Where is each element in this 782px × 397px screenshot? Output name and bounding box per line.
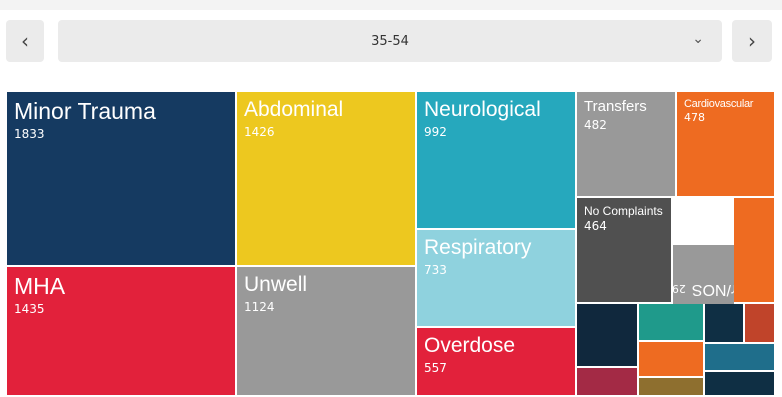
treemap-cell-name: Cardiovascular	[684, 98, 754, 110]
treemap-cell-unlabeled[interactable]	[705, 372, 776, 397]
treemap-cell-label: Overdose 557	[424, 334, 516, 375]
treemap-cell-overdose[interactable]: Overdose 557	[417, 328, 577, 397]
treemap-cell-label: MHA 1435	[14, 274, 65, 316]
treemap-cell-value: 292	[673, 282, 686, 295]
treemap-cell-abdominal[interactable]: Abdominal 1426	[237, 92, 417, 267]
treemap-cell-value: 1833	[14, 126, 45, 141]
treemap-cell-name: MHA	[14, 273, 66, 299]
treemap-cell-cardiovascular[interactable]: Cardiovascular 478	[677, 92, 776, 198]
treemap-cell-value: 478	[684, 110, 705, 124]
treemap-cell-label: Respiratory 733	[424, 236, 532, 277]
treemap-cell-unlabeled[interactable]	[745, 304, 776, 344]
treemap-cell-value: 482	[584, 118, 607, 133]
treemap-cell-mha[interactable]: MHA 1435	[7, 267, 237, 397]
treemap-cell-label: Unwell 1124	[244, 273, 308, 314]
age-group-select-value: 35-54	[371, 33, 409, 49]
treemap-cell-label: Neurological 992	[424, 98, 541, 139]
treemap-cell-minor-trauma[interactable]: Minor Trauma 1833	[7, 92, 237, 267]
treemap-cell-unlabeled[interactable]	[577, 304, 639, 368]
treemap-cell-name: Minor Trauma	[14, 98, 156, 124]
treemap-cell-label: Abdominal 1426	[244, 98, 344, 139]
next-button[interactable]: ›	[732, 20, 772, 62]
treemap-cell-unlabeled[interactable]	[639, 304, 705, 342]
treemap-cell-unlabeled[interactable]	[734, 198, 776, 304]
age-group-select[interactable]: 35-54 ⌄	[58, 20, 722, 62]
treemap-cell-name: Overdose	[424, 334, 516, 357]
treemap-cell-unlabeled[interactable]	[639, 342, 705, 378]
treemap-cell-unlabeled[interactable]	[577, 368, 639, 397]
treemap-cell-unlabeled[interactable]	[705, 304, 745, 344]
previous-button[interactable]: ‹	[6, 20, 44, 62]
header-strip	[0, 0, 782, 10]
treemap-cell-name: Abdominal	[244, 98, 344, 121]
chevron-down-icon: ⌄	[692, 31, 704, 47]
treemap-cell-value: 733	[424, 262, 447, 277]
treemap-cell-label: No Complaints 464	[584, 205, 663, 233]
treemap-cell-value: 1426	[244, 124, 275, 139]
treemap-cell-value: 992	[424, 124, 447, 139]
chevron-right-icon: ›	[748, 29, 756, 53]
treemap-cell-neurological[interactable]: Neurological 992	[417, 92, 577, 230]
treemap-cell-value: 464	[584, 218, 607, 233]
treemap-cell-label: Transfers 482	[584, 98, 647, 133]
treemap-cell-value: 1124	[244, 299, 275, 314]
treemap-cell-name: Respiratory	[424, 236, 532, 259]
treemap-cell-transfers[interactable]: Transfers 482	[577, 92, 677, 198]
treemap-cell-unlabeled[interactable]	[705, 344, 776, 372]
treemap-cell-respiratory[interactable]: Respiratory 733	[417, 230, 577, 328]
treemap-cell-label: Minor Trauma 1833	[14, 99, 156, 141]
treemap-cell-label: Cardiovascular 478	[684, 98, 754, 124]
treemap-cell-unlabeled[interactable]	[639, 378, 705, 397]
treemap-cell-value: 1435	[14, 301, 45, 316]
treemap-cell-name: Unwell	[244, 273, 308, 296]
treemap-cell-name: No Complaints	[584, 204, 663, 218]
treemap-cell-name: Transfers	[584, 98, 647, 115]
treemap-cell-unwell[interactable]: Unwell 1124	[237, 267, 417, 397]
chevron-left-icon: ‹	[21, 29, 29, 53]
treemap-cell-value: 557	[424, 360, 447, 375]
treemap-chart: Minor Trauma 1833 MHA 1435 Abdominal 1426 Unwe…	[7, 92, 776, 397]
treemap-cell-no-complaints[interactable]: No Complaints 464	[577, 198, 673, 304]
treemap-cell-name: Neurological	[424, 98, 541, 121]
